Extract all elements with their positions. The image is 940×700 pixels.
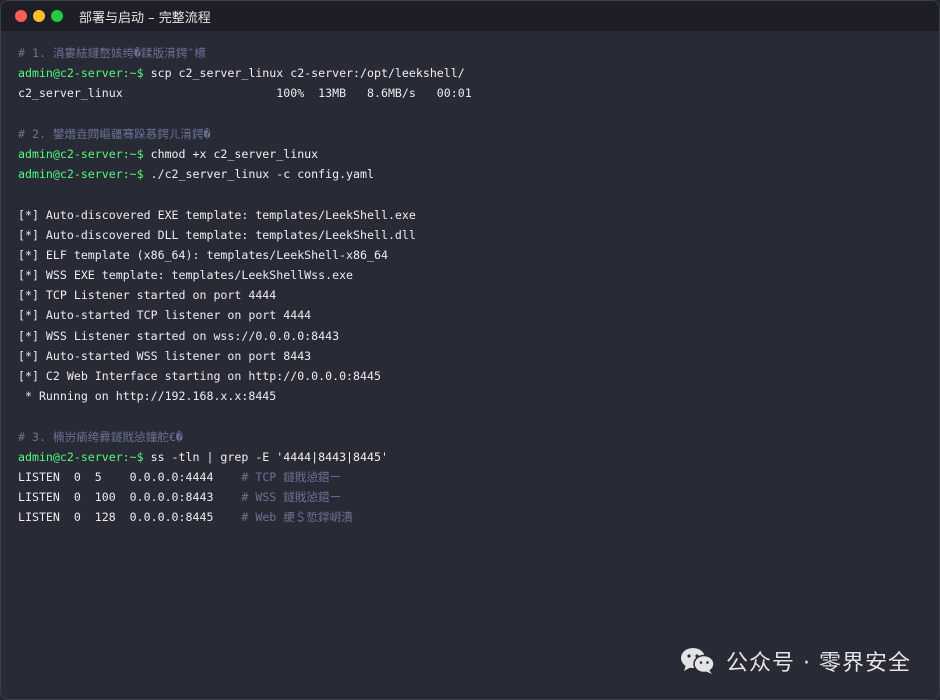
close-window-button[interactable]	[15, 10, 27, 22]
output-line: [*] C2 Web Interface starting on http://…	[18, 366, 929, 386]
output-text: [*] WSS Listener started on wss://0.0.0.…	[18, 328, 340, 343]
output-text: [*] Auto-started WSS listener on port 84…	[18, 348, 312, 363]
watermark-text: 公众号 · 零界安全	[726, 651, 911, 676]
listen-entry: LISTEN 0 128 0.0.0.0:8445	[18, 510, 242, 525]
listen-comment: # WSS 鐩戝惉鍣ㄧ	[241, 490, 342, 505]
wechat-icon	[680, 647, 716, 675]
listen-entry: LISTEN 0 100 0.0.0.0:8443	[18, 490, 242, 505]
window-title: 部署与启动 – 完整流程	[79, 10, 211, 26]
comment-text: # 1. 涓婁紶鏈嶅姟绔�鍒版湇鍔″櫒	[18, 46, 206, 60]
minimize-window-button[interactable]	[33, 10, 45, 22]
output-text: [*] Auto-started TCP listener on port 44…	[18, 308, 312, 323]
command-line: admin@c2-server:~$ ./c2_server_linux -c …	[18, 164, 929, 184]
output-line: [*] WSS Listener started on wss://0.0.0.…	[18, 326, 929, 346]
comment-line: # 2. 鐢熸垚閰嶇疆骞跺惎鍔ㄦ湇鍔�	[18, 124, 929, 144]
shell-prompt: admin@c2-server:~$	[18, 167, 144, 182]
output-line: [*] ELF template (x86_64): templates/Lee…	[18, 245, 929, 265]
output-line: [*] Auto-discovered DLL template: templa…	[18, 225, 929, 245]
command-text: chmod +x c2_server_linux	[143, 146, 319, 161]
comment-text: # 2. 鐢熸垚閰嶇疆骞跺惎鍔ㄦ湇鍔�	[18, 126, 211, 141]
listen-comment: # Web 绠＄悊鐣岄潰	[241, 510, 353, 525]
command-text: ./c2_server_linux -c config.yaml	[143, 167, 374, 182]
output-line: [*] WSS EXE template: templates/LeekShel…	[18, 265, 929, 285]
output-line: [*] Auto-discovered EXE template: templa…	[18, 205, 929, 225]
listen-row: LISTEN 0 100 0.0.0.0:8443 # WSS 鐩戝惉鍣ㄧ	[18, 487, 929, 507]
command-text: ss -tln | grep -E '4444|8443|8445'	[143, 449, 388, 464]
output-text: [*] Auto-discovered DLL template: templa…	[18, 227, 416, 242]
title-bar: 部署与启动 – 完整流程	[1, 1, 939, 31]
maximize-window-button[interactable]	[51, 10, 63, 22]
output-line: [*] Auto-started WSS listener on port 84…	[18, 346, 929, 366]
listen-comment: # TCP 鐩戝惉鍣ㄧ	[241, 469, 342, 484]
shell-prompt: admin@c2-server:~$	[18, 146, 144, 161]
output-text: * Running on http://192.168.x.x:8445	[18, 389, 277, 404]
output-text: c2_server_linux 100% 13MB 8.6MB/s 00:01	[18, 86, 472, 101]
listen-row: LISTEN 0 5 0.0.0.0:4444 # TCP 鐩戝惉鍣ㄧ	[18, 467, 929, 487]
output-text: [*] C2 Web Interface starting on http://…	[18, 369, 381, 383]
terminal-window: 部署与启动 – 完整流程 # 1. 涓婁紶鏈嶅姟绔�鍒版湇鍔″櫒 admin@c2…	[0, 0, 940, 700]
shell-prompt: admin@c2-server:~$	[18, 66, 144, 81]
output-line: * Running on http://192.168.x.x:8445	[18, 386, 929, 406]
listen-entry: LISTEN 0 5 0.0.0.0:4444	[18, 469, 242, 484]
output-text: [*] ELF template (x86_64): templates/Lee…	[18, 247, 388, 262]
shell-prompt: admin@c2-server:~$	[18, 449, 144, 464]
command-text: scp c2_server_linux c2-server:/opt/leeks…	[143, 66, 465, 81]
listen-row: LISTEN 0 128 0.0.0.0:8445 # Web 绠＄悊鐣岄潰	[18, 507, 929, 527]
output-text: [*] Auto-discovered EXE template: templa…	[18, 207, 416, 222]
command-line: admin@c2-server:~$ ss -tln | grep -E '44…	[18, 447, 929, 467]
command-line: admin@c2-server:~$ scp c2_server_linux c…	[18, 63, 929, 83]
output-text: [*] TCP Listener started on port 4444	[18, 288, 277, 303]
output-line: c2_server_linux 100% 13MB 8.6MB/s 00:01	[18, 83, 929, 103]
output-line: [*] TCP Listener started on port 4444	[18, 285, 929, 305]
comment-text: # 3. 楠岃瘉绔彛鐩戝惉鐘舵€�	[18, 429, 183, 444]
watermark: 公众号 · 零界安全	[680, 645, 911, 677]
comment-line: # 3. 楠岃瘉绔彛鐩戝惉鐘舵€�	[18, 427, 929, 447]
output-text: [*] WSS EXE template: templates/LeekShel…	[18, 268, 354, 283]
output-line: [*] Auto-started TCP listener on port 44…	[18, 305, 929, 325]
command-line: admin@c2-server:~$ chmod +x c2_server_li…	[18, 144, 929, 164]
comment-line: # 1. 涓婁紶鏈嶅姟绔�鍒版湇鍔″櫒	[18, 43, 929, 63]
terminal-output[interactable]: # 1. 涓婁紶鏈嶅姟绔�鍒版湇鍔″櫒 admin@c2-server:~$ sc…	[18, 43, 929, 528]
